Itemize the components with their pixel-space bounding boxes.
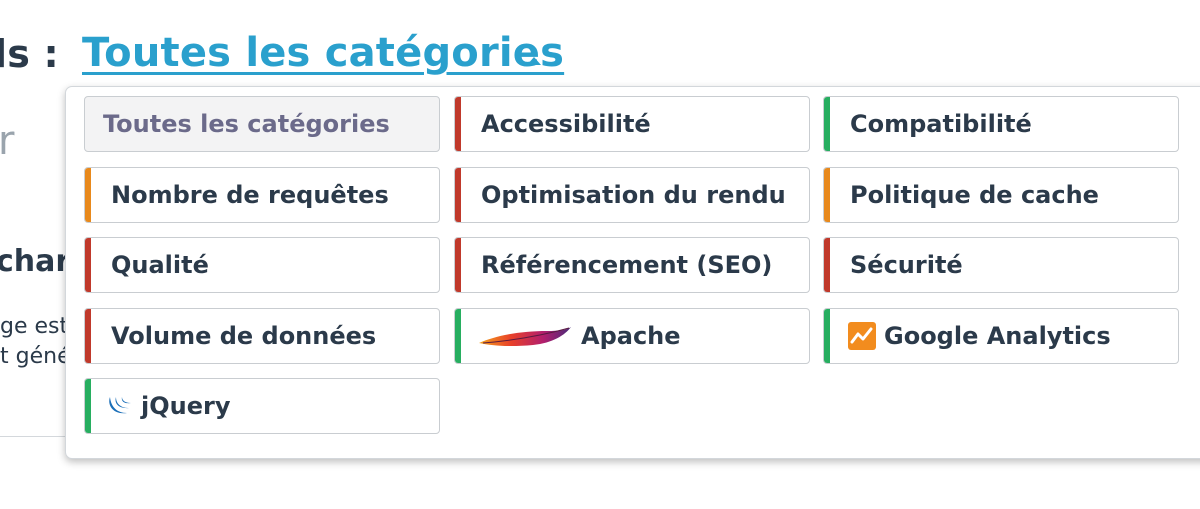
category-option-label: Politique de cache xyxy=(850,181,1099,209)
category-option-data-volume[interactable]: Volume de données xyxy=(84,308,440,364)
category-option-cache-policy[interactable]: Politique de cache xyxy=(823,167,1179,223)
category-option-label: Référencement (SEO) xyxy=(481,251,773,279)
category-color-stripe xyxy=(85,379,91,433)
apache-feather-icon xyxy=(479,327,571,347)
category-option-label: Nombre de requêtes xyxy=(111,181,389,209)
background-text-fragment: r xyxy=(0,118,15,164)
category-option-label: Apache xyxy=(581,322,681,350)
background-text-fragment: t géné xyxy=(0,344,71,369)
category-option-label-group: Apache xyxy=(455,321,681,351)
category-color-stripe xyxy=(455,309,461,363)
category-option-request-count[interactable]: Nombre de requêtes xyxy=(84,167,440,223)
category-option-apache[interactable]: Apache xyxy=(454,308,810,364)
jquery-icon xyxy=(109,397,131,414)
category-color-stripe xyxy=(455,97,461,151)
category-option-render-optimization[interactable]: Optimisation du rendu xyxy=(454,167,810,223)
category-option-jquery[interactable]: jQuery xyxy=(84,378,440,434)
category-option-label: jQuery xyxy=(141,392,231,420)
category-filter-link[interactable]: Toutes les catégories xyxy=(82,30,564,76)
category-option-label-group: Google Analytics xyxy=(824,322,1111,350)
google-analytics-icon xyxy=(848,322,876,350)
filter-prefix-label: ls : xyxy=(0,32,59,76)
category-color-stripe xyxy=(824,168,830,222)
category-option-label: Volume de données xyxy=(111,322,377,350)
category-option-google-analytics[interactable]: Google Analytics xyxy=(823,308,1179,364)
category-option-label: Qualité xyxy=(111,251,209,279)
caret-up-icon[interactable] xyxy=(527,57,541,65)
background-text-fragment: ge est xyxy=(0,314,69,339)
category-option-label: Optimisation du rendu xyxy=(481,181,786,209)
category-option-compatibility[interactable]: Compatibilité xyxy=(823,96,1179,152)
category-dropdown: Toutes les catégories Accessibilité Comp… xyxy=(65,86,1200,459)
category-option-accessibility[interactable]: Accessibilité xyxy=(454,96,810,152)
category-color-stripe xyxy=(455,168,461,222)
background-divider xyxy=(0,436,66,437)
category-option-label: Sécurité xyxy=(850,251,963,279)
category-color-stripe xyxy=(85,168,91,222)
category-option-label: Compatibilité xyxy=(850,110,1032,138)
category-option-label: Accessibilité xyxy=(481,110,651,138)
category-option-seo[interactable]: Référencement (SEO) xyxy=(454,237,810,293)
category-color-stripe xyxy=(824,238,830,292)
category-option-label-group: jQuery xyxy=(85,392,230,420)
category-color-stripe xyxy=(824,309,830,363)
category-option-security[interactable]: Sécurité xyxy=(823,237,1179,293)
category-option-label: Toutes les catégories xyxy=(103,110,390,138)
category-option-label: Google Analytics xyxy=(884,322,1111,350)
category-option-all[interactable]: Toutes les catégories xyxy=(84,96,440,152)
category-color-stripe xyxy=(455,238,461,292)
category-color-stripe xyxy=(85,309,91,363)
category-option-quality[interactable]: Qualité xyxy=(84,237,440,293)
category-color-stripe xyxy=(824,97,830,151)
category-color-stripe xyxy=(85,238,91,292)
